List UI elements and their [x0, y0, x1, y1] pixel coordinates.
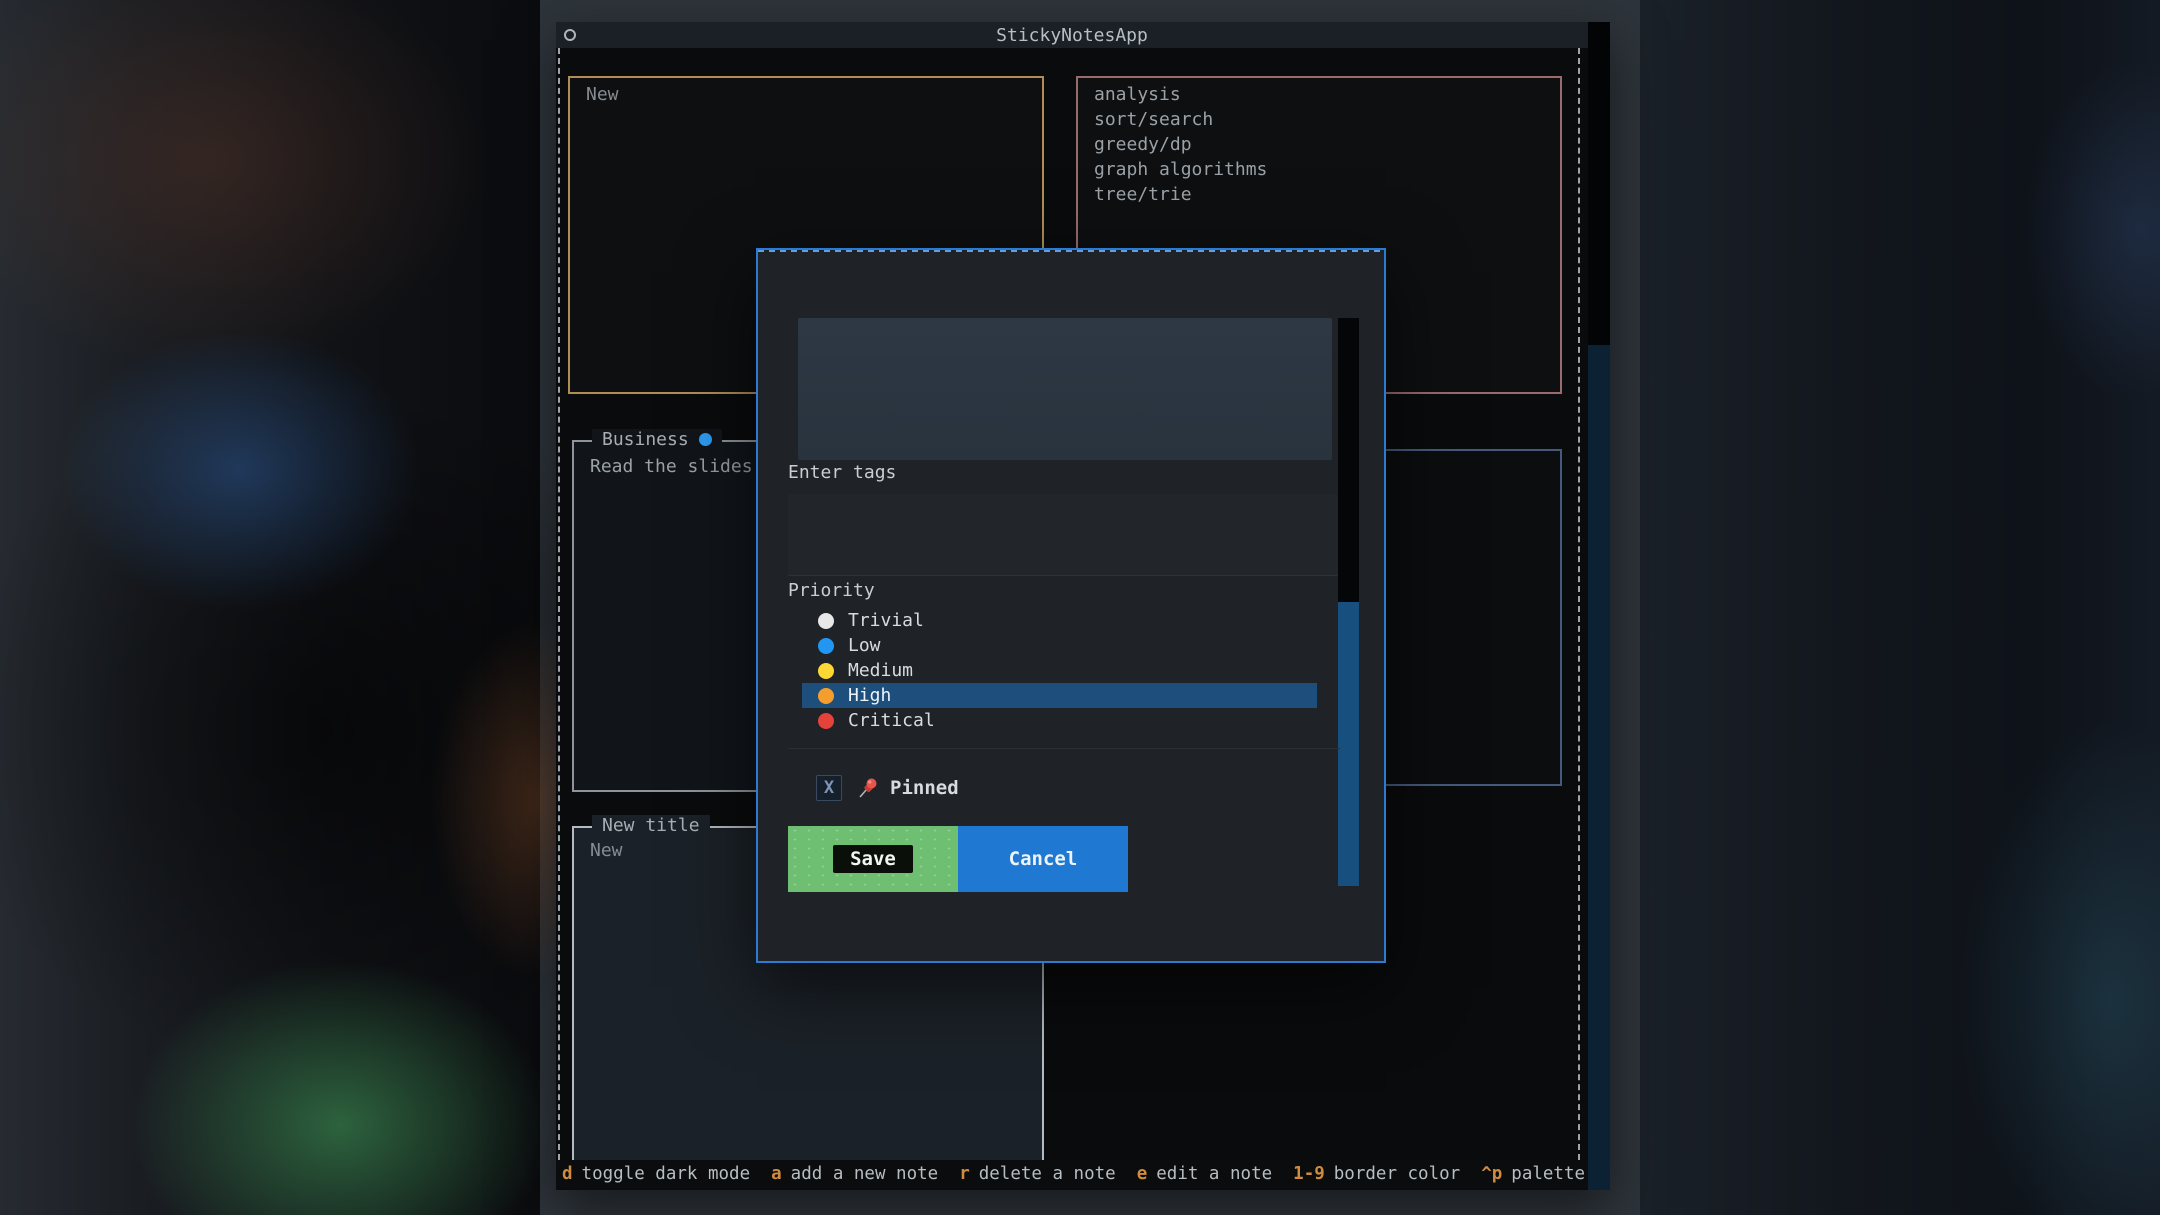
priority-option-trivial[interactable]: Trivial: [802, 608, 1317, 633]
tags-label: Enter tags: [788, 462, 896, 483]
priority-dot-icon: [818, 613, 834, 629]
note-content-line: sort/search: [1078, 107, 1560, 132]
statusbar-hint-palette: ^p palette: [1481, 1164, 1585, 1184]
priority-label: Priority: [788, 580, 875, 601]
key-hint-label: border color: [1334, 1164, 1460, 1184]
note-content-line: greedy/dp: [1078, 132, 1560, 157]
canvas-left-dashed-border: [558, 48, 560, 1160]
priority-option-critical[interactable]: Critical: [802, 708, 1317, 733]
key-hint-label: delete a note: [979, 1164, 1116, 1184]
note-title-text: New title: [602, 815, 700, 836]
tags-input[interactable]: [788, 494, 1338, 576]
priority-option-low[interactable]: Low: [802, 633, 1317, 658]
priority-dot-icon: [818, 663, 834, 679]
priority-list: Trivial Low Medium High Critical: [802, 608, 1317, 733]
app-scrollbar[interactable]: [1588, 22, 1610, 1190]
edit-note-modal: Enter tags Priority Trivial Low Medium: [756, 248, 1386, 963]
statusbar-hint-border-color: 1-9 border color: [1293, 1164, 1460, 1184]
priority-option-label: Low: [848, 635, 881, 656]
key-hint-label: edit a note: [1156, 1164, 1272, 1184]
pushpin-icon: [856, 776, 880, 800]
key-hint: r: [959, 1164, 970, 1184]
key-hint-label: palette: [1511, 1164, 1585, 1184]
save-button-label: Save: [833, 845, 913, 873]
key-hint: 1-9: [1293, 1164, 1325, 1184]
cancel-button-label: Cancel: [1009, 848, 1078, 870]
save-button[interactable]: Save: [788, 826, 958, 892]
note-content-line: graph algorithms: [1078, 157, 1560, 182]
priority-option-label: High: [848, 685, 891, 706]
desktop-background: StickyNotesApp New analysis sort/search …: [0, 0, 2160, 1215]
note-content-line: New: [570, 82, 1042, 107]
modal-buttons: Save Cancel: [788, 826, 1128, 892]
statusbar: d toggle dark mode a add a new note rdelet…: [556, 1160, 1588, 1188]
window-circle-icon[interactable]: [564, 29, 576, 41]
statusbar-hint-dark-mode: d toggle dark mode: [562, 1164, 750, 1184]
pinned-checkbox[interactable]: X: [816, 775, 842, 801]
pinned-label: Pinned: [890, 777, 959, 799]
statusbar-hint-delete-note: r delete a note: [959, 1164, 1116, 1184]
backdrop-right-glow: [1640, 0, 2160, 1215]
cancel-button[interactable]: Cancel: [958, 826, 1128, 892]
note-content-line: analysis: [1078, 82, 1560, 107]
note-content-line: tree/trie: [1078, 182, 1560, 207]
backdrop-left-glow: [0, 0, 540, 1215]
priority-option-medium[interactable]: Medium: [802, 658, 1317, 683]
modal-scrollbar-track[interactable]: [1338, 318, 1359, 602]
note-title-text: Business: [602, 429, 689, 450]
priority-dot-icon: [818, 638, 834, 654]
priority-dot-icon: [818, 713, 834, 729]
key-hint: d: [562, 1164, 573, 1184]
key-hint-label: toggle dark mode: [582, 1164, 751, 1184]
app-window: StickyNotesApp New analysis sort/search …: [556, 22, 1610, 1190]
canvas-right-dashed-border: [1578, 48, 1580, 1160]
app-scrollbar-thumb[interactable]: [1588, 22, 1610, 345]
key-hint-label: add a new note: [791, 1164, 939, 1184]
key-hint: ^p: [1481, 1164, 1502, 1184]
note-body-textarea[interactable]: [798, 318, 1332, 460]
modal-scrollbar-thumb[interactable]: [1338, 602, 1359, 886]
window-title: StickyNotesApp: [556, 25, 1588, 46]
priority-option-label: Trivial: [848, 610, 924, 631]
priority-dot-icon: [818, 688, 834, 704]
priority-option-label: Medium: [848, 660, 913, 681]
note-title: Business: [592, 429, 722, 450]
priority-dot-icon: [699, 433, 712, 446]
key-hint: e: [1137, 1164, 1148, 1184]
modal-divider: [788, 748, 1340, 749]
priority-option-label: Critical: [848, 710, 935, 731]
priority-option-high-selected[interactable]: High: [802, 683, 1317, 708]
titlebar: StickyNotesApp: [556, 22, 1610, 48]
key-hint: a: [771, 1164, 782, 1184]
pinned-row: X Pinned: [758, 774, 1384, 804]
note-title: New title: [592, 815, 710, 836]
statusbar-hint-edit-note: e edit a note: [1137, 1164, 1272, 1184]
statusbar-hint-add-note: a add a new note: [771, 1164, 938, 1184]
